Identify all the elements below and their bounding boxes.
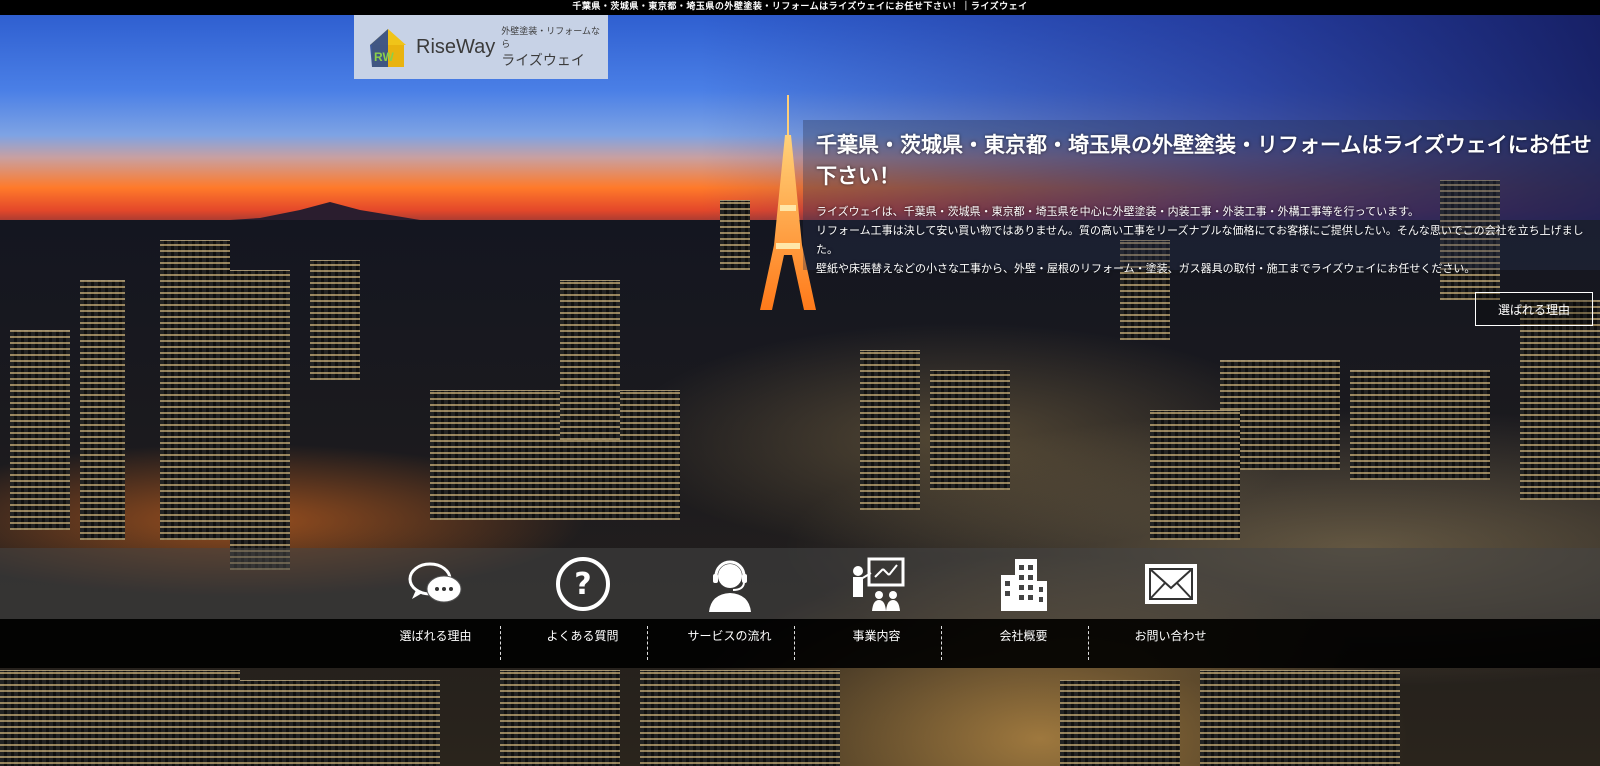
nav-item-reasons[interactable]: 選ばれる理由 bbox=[362, 548, 509, 668]
nav-separator bbox=[941, 626, 942, 660]
site-logo[interactable]: RW RiseWay 外壁塗装・リフォームなら ライズウェイ bbox=[354, 15, 608, 79]
page: 千葉県・茨城県・東京都・埼玉県の外壁塗装・リフォームはライズウェイにお任せ下さい… bbox=[0, 0, 1600, 766]
nav-item-faq[interactable]: ? よくある質問 bbox=[509, 548, 656, 668]
operator-headset-icon bbox=[656, 556, 803, 612]
nav-item-contact[interactable]: お問い合わせ bbox=[1097, 548, 1244, 668]
nav-separator bbox=[1088, 626, 1089, 660]
nav-item-label: よくある質問 bbox=[546, 629, 619, 643]
reasons-button[interactable]: 選ばれる理由 bbox=[1475, 292, 1593, 326]
svg-text:RW: RW bbox=[374, 50, 394, 64]
building-icon bbox=[950, 556, 1097, 612]
logo-tagline-small: 外壁塗装・リフォームなら bbox=[501, 27, 601, 50]
intro-paragraph: リフォーム工事は決して安い買い物ではありません。質の高い工事をリーズナブルな価格… bbox=[816, 224, 1584, 256]
site-title: 千葉県・茨城県・東京都・埼玉県の外壁塗装・リフォームはライズウェイにお任せ下さい… bbox=[572, 2, 1028, 12]
intro-paragraph: ライズウェイは、千葉県・茨城県・東京都・埼玉県を中心に外壁塗装・内装工事・外装工… bbox=[816, 205, 1420, 218]
nav-item-label: 選ばれる理由 bbox=[399, 629, 472, 643]
nav-item-business[interactable]: 事業内容 bbox=[803, 548, 950, 668]
house-logo-icon: RW bbox=[366, 25, 410, 69]
nav-item-label: 事業内容 bbox=[852, 629, 901, 643]
presentation-icon bbox=[803, 556, 950, 612]
mail-icon bbox=[1097, 556, 1244, 612]
nav-separator bbox=[647, 626, 648, 660]
question-icon: ? bbox=[509, 556, 656, 612]
nav-item-service-flow[interactable]: サービスの流れ bbox=[656, 548, 803, 668]
intro-title: 千葉県・茨城県・東京都・埼玉県の外壁塗装・リフォームはライズウェイにお任せ下さい… bbox=[816, 133, 1592, 188]
nav-item-label: 会社概要 bbox=[999, 629, 1048, 643]
logo-tagline-large: ライズウェイ bbox=[501, 53, 585, 69]
nav-separator bbox=[794, 626, 795, 660]
nav-item-label: サービスの流れ bbox=[687, 629, 772, 643]
intro-text: ライズウェイは、千葉県・茨城県・東京都・埼玉県を中心に外壁塗装・内装工事・外装工… bbox=[816, 202, 1596, 278]
logo-brand: RiseWay bbox=[416, 35, 496, 58]
nav-item-company[interactable]: 会社概要 bbox=[950, 548, 1097, 668]
svg-text:?: ? bbox=[574, 567, 591, 602]
speech-bubbles-icon bbox=[362, 556, 509, 612]
intro-paragraph: 壁紙や床張替えなどの小さな工事から、外壁・屋根のリフォーム・塗装、ガス器具の取付… bbox=[816, 262, 1476, 275]
nav-separator bbox=[500, 626, 501, 660]
nav-item-label: お問い合わせ bbox=[1134, 629, 1207, 643]
top-bar: 千葉県・茨城県・東京都・埼玉県の外壁塗装・リフォームはライズウェイにお任せ下さい… bbox=[0, 0, 1600, 15]
